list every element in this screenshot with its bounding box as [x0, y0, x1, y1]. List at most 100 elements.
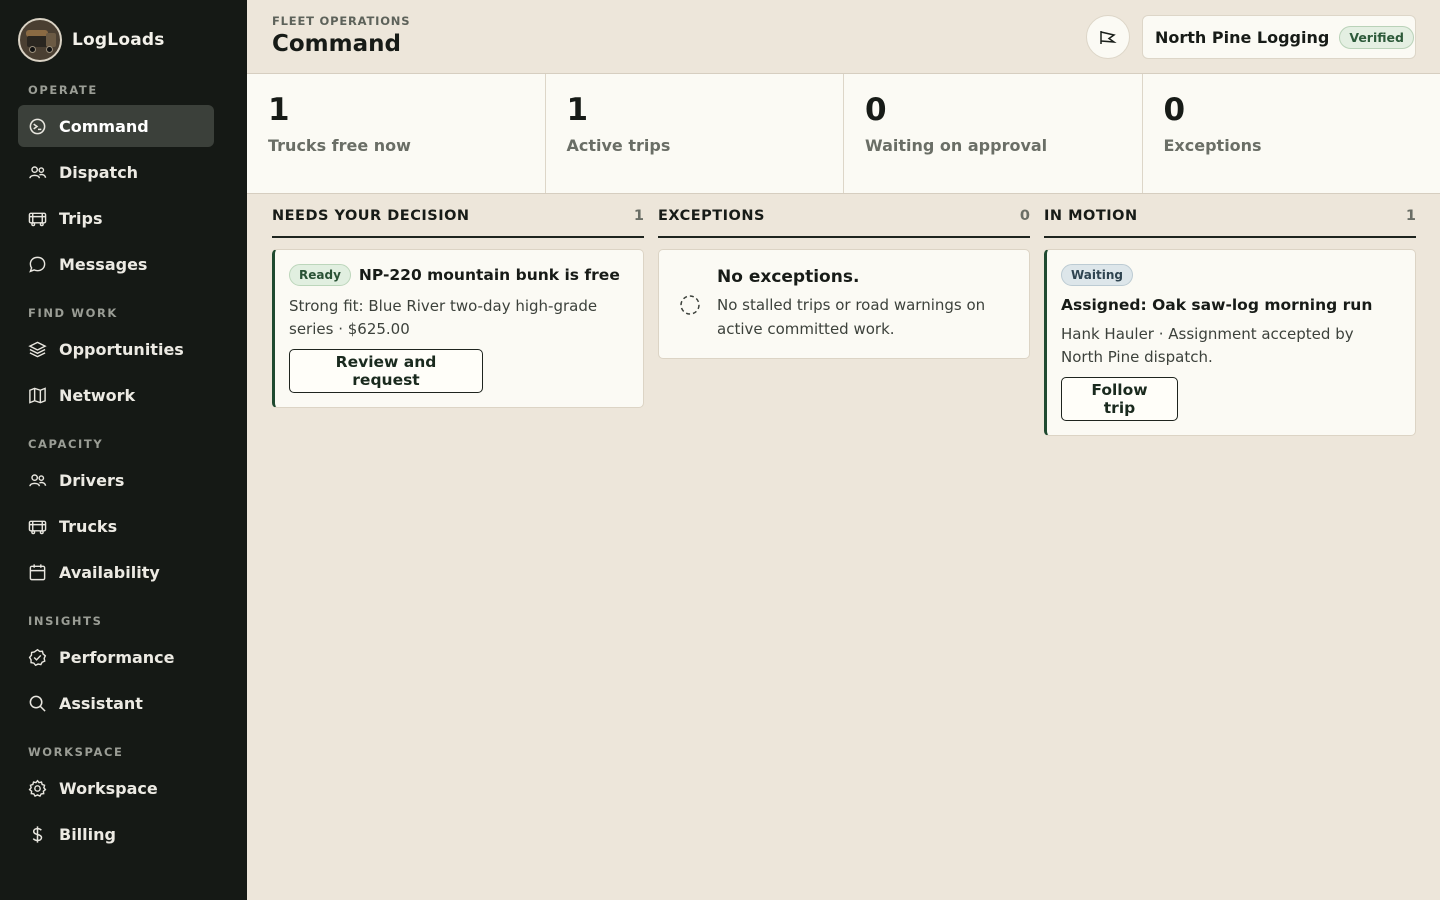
card-text-line: Hank Hauler · Assignment accepted by [1061, 325, 1354, 343]
megaphone-icon [1100, 31, 1117, 44]
card-text-line: No stalled trips or road warnings on [717, 296, 986, 314]
sidebar-item-label: Messages [59, 254, 148, 274]
trip-card: Waiting Assigned: Oak saw-log morning ru… [1044, 249, 1416, 436]
stat-waiting-approval[interactable]: 0 Waiting on approval [844, 74, 1143, 193]
empty-state-card: No exceptions. No stalled trips or road … [658, 249, 1030, 359]
stat-active-trips[interactable]: 1 Active trips [546, 74, 844, 193]
section-operate: OPERATE [28, 83, 98, 97]
column-count: 1 [1405, 208, 1416, 224]
sidebar-item-performance[interactable]: Performance [18, 636, 214, 678]
column-header: NEEDS YOUR DECISION 1 [272, 208, 644, 238]
stat-value: 0 [1163, 92, 1186, 128]
card-title: Assigned: Oak saw-log morning run [1061, 296, 1373, 314]
card-title: No exceptions. [717, 267, 860, 287]
stat-label: Exceptions [1163, 136, 1262, 155]
page-eyebrow: FLEET OPERATIONS [272, 14, 411, 28]
sidebar-item-label: Performance [59, 647, 175, 667]
announcements-button[interactable] [1086, 15, 1130, 59]
search-icon [29, 695, 46, 712]
sidebar-item-opportunities[interactable]: Opportunities [18, 328, 214, 370]
logo-truck-icon [18, 18, 62, 62]
sidebar-item-label: Network [59, 385, 136, 405]
stat-exceptions[interactable]: 0 Exceptions [1143, 74, 1440, 193]
organization-switcher[interactable]: North Pine Logging Verified [1142, 15, 1416, 59]
command-icon [29, 118, 46, 134]
brand-name: LogLoads [72, 30, 165, 50]
truck-icon [28, 212, 47, 226]
map-icon [29, 386, 46, 404]
column-needs-decision: NEEDS YOUR DECISION 1 Ready NP-220 mount… [272, 208, 644, 408]
column-title: EXCEPTIONS [658, 208, 765, 224]
people-icon [29, 165, 47, 178]
dollar-icon [32, 825, 43, 843]
sidebar-item-trips[interactable]: Trips [18, 197, 214, 239]
card-description: Strong fit: Blue River two-day high-grad… [289, 295, 629, 341]
sidebar-item-label: Workspace [59, 778, 158, 798]
sidebar-item-label: Assistant [59, 693, 143, 713]
people-icon [29, 473, 47, 486]
section-capacity: CAPACITY [28, 437, 104, 451]
page-title: Command [272, 31, 401, 57]
card-title: NP-220 mountain bunk is free [358, 266, 620, 284]
sidebar-item-label: Billing [59, 824, 116, 844]
sidebar-item-assistant[interactable]: Assistant [18, 682, 214, 724]
org-name: North Pine Logging [1155, 27, 1330, 47]
column-header: EXCEPTIONS 0 [658, 208, 1030, 238]
decision-card: Ready NP-220 mountain bunk is free Stron… [272, 249, 644, 408]
card-text-line: series · $625.00 [289, 320, 410, 338]
sidebar: LogLoads OPERATE Command Dispatch Trips … [0, 0, 247, 900]
stat-value: 1 [566, 92, 589, 128]
layers-icon [28, 341, 47, 357]
stat-value: 0 [865, 92, 887, 128]
sidebar-item-trucks[interactable]: Trucks [18, 505, 214, 547]
sidebar-item-billing[interactable]: Billing [18, 813, 214, 855]
card-text-line: Strong fit: Blue River two-day high-grad… [289, 297, 598, 315]
sidebar-item-messages[interactable]: Messages [18, 243, 214, 285]
status-badge: Waiting [1061, 264, 1134, 286]
column-in-motion: IN MOTION 1 Waiting Assigned: Oak saw-lo… [1044, 208, 1416, 436]
sidebar-item-dispatch[interactable]: Dispatch [18, 151, 214, 193]
chat-icon [29, 256, 46, 273]
column-count: 1 [633, 208, 644, 224]
section-find-work: FIND WORK [28, 306, 118, 320]
sidebar-item-network[interactable]: Network [18, 374, 214, 416]
stat-label: Waiting on approval [865, 136, 1048, 155]
verified-badge: Verified [1339, 25, 1414, 49]
topbar: FLEET OPERATIONS Command North Pine Logg… [247, 0, 1440, 74]
sidebar-item-label: Trips [59, 208, 103, 228]
status-badge: Ready [289, 264, 351, 286]
review-and-request-button[interactable]: Review and request [289, 349, 483, 393]
stats-bar: 1 Trucks free now 1 Active trips 0 Waiti… [247, 74, 1440, 194]
column-title: NEEDS YOUR DECISION [272, 208, 470, 224]
sidebar-item-label: Command [59, 116, 149, 136]
stat-trucks-free[interactable]: 1 Trucks free now [247, 74, 546, 193]
stat-value: 1 [268, 92, 290, 128]
brand[interactable]: LogLoads [18, 18, 165, 62]
card-description: Hank Hauler · Assignment accepted by Nor… [1061, 323, 1401, 369]
card-text-line: active committed work. [717, 320, 895, 338]
badge-check-icon [28, 648, 47, 666]
sidebar-item-drivers[interactable]: Drivers [18, 459, 214, 501]
sidebar-item-label: Trucks [59, 516, 118, 536]
section-insights: INSIGHTS [28, 614, 103, 628]
section-workspace: WORKSPACE [28, 745, 124, 759]
sidebar-item-availability[interactable]: Availability [18, 551, 214, 593]
stat-label: Trucks free now [268, 136, 411, 155]
column-exceptions: EXCEPTIONS 0 No exceptions. No stalled t… [658, 208, 1030, 359]
sidebar-item-label: Drivers [59, 470, 125, 490]
sidebar-item-label: Availability [59, 562, 160, 582]
calendar-icon [29, 563, 46, 580]
dashed-circle-icon [680, 295, 700, 315]
stat-label: Active trips [566, 136, 671, 155]
sidebar-item-workspace[interactable]: Workspace [18, 767, 214, 809]
truck-icon [28, 520, 47, 534]
gear-icon [28, 779, 47, 797]
card-text-line: North Pine dispatch. [1061, 348, 1213, 366]
sidebar-item-label: Dispatch [59, 162, 139, 182]
follow-trip-button[interactable]: Follow trip [1061, 377, 1178, 421]
sidebar-item-command[interactable]: Command [18, 105, 214, 147]
column-count: 0 [1019, 208, 1030, 224]
column-title: IN MOTION [1044, 208, 1138, 224]
column-header: IN MOTION 1 [1044, 208, 1416, 238]
card-description: No stalled trips or road warnings on act… [717, 293, 1017, 341]
